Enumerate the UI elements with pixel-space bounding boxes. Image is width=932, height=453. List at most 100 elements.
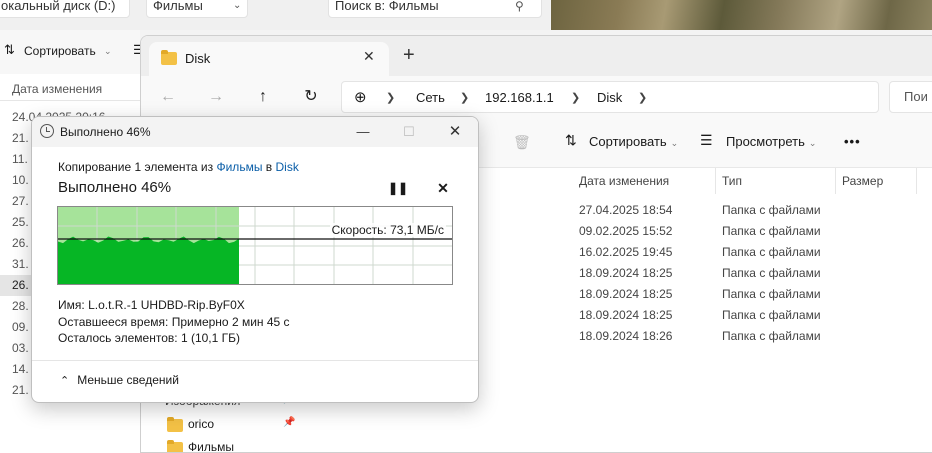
detail-name: Имя: L.o.t.R.-1 UHDBD-Rip.ByF0X (58, 298, 245, 312)
chevron-down-icon: ⌄ (808, 138, 817, 148)
background-folder-label: Фильмы (153, 0, 203, 13)
background-row[interactable]: 03. (12, 341, 29, 355)
background-toolbar: ⇅ Сортировать ⌄ ☰ (0, 30, 145, 74)
file-type: Папка с файлами (722, 245, 821, 259)
folder-icon (167, 417, 183, 432)
background-row[interactable]: 31. (12, 257, 29, 271)
chevron-right-icon: ❯ (386, 92, 396, 104)
progress-heading: Выполнено 46% (58, 179, 172, 196)
column-date[interactable]: Дата изменения (573, 168, 716, 194)
table-row[interactable]: 27.04.2025 18:54 Папка с файлами (573, 200, 932, 221)
table-row[interactable]: 18.09.2024 18:25 Папка с файлами (573, 263, 932, 284)
speed-label: Скорость: 73,1 МБ/с (329, 223, 446, 237)
back-arrow-icon[interactable]: ← (154, 85, 182, 109)
less-details-button[interactable]: ⌃ Меньше сведений (60, 373, 179, 387)
new-tab-button[interactable]: + (403, 44, 415, 67)
background-row[interactable]: 10. (12, 173, 29, 187)
table-row[interactable]: 18.09.2024 18:25 Папка с файлами (573, 305, 932, 326)
background-row[interactable]: 26. (12, 236, 29, 250)
background-explorer-header: окальный диск (D:) Фильмы ⌄ Поиск в: Фил… (0, 0, 550, 30)
breadcrumb-network[interactable]: Сеть (416, 82, 445, 114)
background-row[interactable]: 21. (12, 383, 29, 397)
dialog-titlebar: Выполнено 46% — ☐ ✕ (32, 117, 478, 147)
background-row[interactable]: 21. (12, 131, 29, 145)
chevron-right-icon: ❯ (460, 92, 470, 104)
file-type: Папка с файлами (722, 203, 821, 217)
chevron-right-icon: ❯ (638, 92, 648, 104)
background-search-input[interactable]: Поиск в: Фильмы ⚲ (328, 0, 542, 18)
table-row[interactable]: 16.02.2025 19:45 Папка с файлами (573, 242, 932, 263)
folder-icon (167, 440, 183, 452)
destination-folder-link[interactable]: Disk (276, 160, 299, 174)
copy-source-prefix: Копирование 1 элемента из (58, 160, 214, 174)
detail-items-value: 1 (10,1 ГБ) (180, 331, 241, 345)
file-type: Папка с файлами (722, 224, 821, 238)
more-options-button[interactable]: ••• (844, 134, 861, 149)
view-button-label: Просмотреть (726, 134, 805, 149)
column-size[interactable]: Размер (836, 168, 917, 194)
column-type[interactable]: Тип (716, 168, 836, 194)
clock-icon (40, 124, 54, 138)
detail-name-value: L.o.t.R.-1 UHDBD-Rip.ByF0X (88, 298, 245, 312)
file-date: 27.04.2025 18:54 (579, 203, 673, 217)
detail-time: Оставшееся время: Примерно 2 мин 45 с (58, 315, 290, 329)
pause-button[interactable]: ❚❚ (388, 179, 408, 197)
file-type: Папка с файлами (722, 287, 821, 301)
file-date: 16.02.2025 19:45 (579, 245, 673, 259)
refresh-icon[interactable]: ↻ (297, 85, 325, 109)
tab-title: Disk (185, 51, 211, 66)
nav-item-orico[interactable]: orico (188, 413, 214, 435)
detail-time-value: Примерно 2 мин 45 с (171, 315, 290, 329)
up-arrow-icon[interactable]: ↑ (249, 85, 277, 109)
trash-icon[interactable]: 🗑 (513, 134, 531, 151)
breadcrumb[interactable]: ⊕ ❯ Сеть ❯ 192.168.1.1 ❯ Disk ❯ (341, 81, 879, 113)
minimize-button[interactable]: — (340, 117, 386, 147)
maximize-button[interactable]: ☐ (386, 117, 432, 147)
table-row[interactable]: 18.09.2024 18:25 Папка с файлами (573, 284, 932, 305)
nav-item-films[interactable]: Фильмы (188, 436, 234, 452)
background-row[interactable]: 09. (12, 320, 29, 334)
disk-search-input[interactable]: Пои (889, 81, 932, 113)
sort-button[interactable]: Сортировать ⌄ (589, 134, 678, 149)
detail-items: Осталось элементов: 1 (10,1 ГБ) (58, 331, 240, 345)
copy-source-description: Копирование 1 элемента из Фильмы в Disk (58, 160, 299, 174)
file-date: 18.09.2024 18:25 (579, 287, 673, 301)
breadcrumb-disk[interactable]: Disk (597, 82, 622, 114)
view-button[interactable]: Просмотреть ⌄ (726, 134, 816, 149)
folder-icon (161, 50, 177, 65)
file-date: 18.09.2024 18:25 (579, 266, 673, 280)
background-column-date[interactable]: Дата изменения (12, 82, 102, 96)
background-search-placeholder: Поиск в: Фильмы (335, 0, 439, 13)
chevron-right-icon: ❯ (571, 92, 581, 104)
forward-arrow-icon[interactable]: → (202, 85, 230, 109)
breadcrumb-host[interactable]: 192.168.1.1 (485, 82, 554, 114)
file-type: Папка с файлами (722, 266, 821, 280)
copy-progress-dialog: Выполнено 46% — ☐ ✕ Копирование 1 элемен… (31, 116, 479, 403)
background-row[interactable]: 27. (12, 194, 29, 208)
divider (32, 360, 478, 361)
tab-disk[interactable]: Disk ✕ (149, 42, 389, 76)
background-folder-crumb[interactable]: Фильмы ⌄ (146, 0, 248, 18)
background-drive-crumb[interactable]: окальный диск (D:) (0, 0, 130, 18)
background-row[interactable]: 25. (12, 215, 29, 229)
dialog-title: Выполнено 46% (60, 125, 151, 139)
sort-icon: ⇅ (4, 42, 15, 57)
table-row[interactable]: 18.09.2024 18:26 Папка с файлами (573, 326, 932, 347)
file-date: 18.09.2024 18:25 (579, 308, 673, 322)
background-row[interactable]: 14. (12, 362, 29, 376)
less-details-label: Меньше сведений (77, 373, 179, 387)
file-type: Папка с файлами (722, 308, 821, 322)
background-sort-button[interactable]: Сортировать (24, 44, 96, 58)
source-folder-link[interactable]: Фильмы (216, 160, 262, 174)
background-row[interactable]: 28. (12, 299, 29, 313)
close-tab-icon[interactable]: ✕ (363, 48, 375, 65)
view-icon: ☰ (700, 132, 713, 148)
copy-source-middle: в (265, 160, 273, 174)
file-date: 18.09.2024 18:26 (579, 329, 673, 343)
background-row[interactable]: 11. (12, 152, 28, 166)
divider (0, 100, 140, 101)
table-row[interactable]: 09.02.2025 15:52 Папка с файлами (573, 221, 932, 242)
cancel-button[interactable]: ✕ (434, 179, 452, 197)
search-icon: ⚲ (515, 0, 524, 13)
close-button[interactable]: ✕ (432, 117, 478, 147)
